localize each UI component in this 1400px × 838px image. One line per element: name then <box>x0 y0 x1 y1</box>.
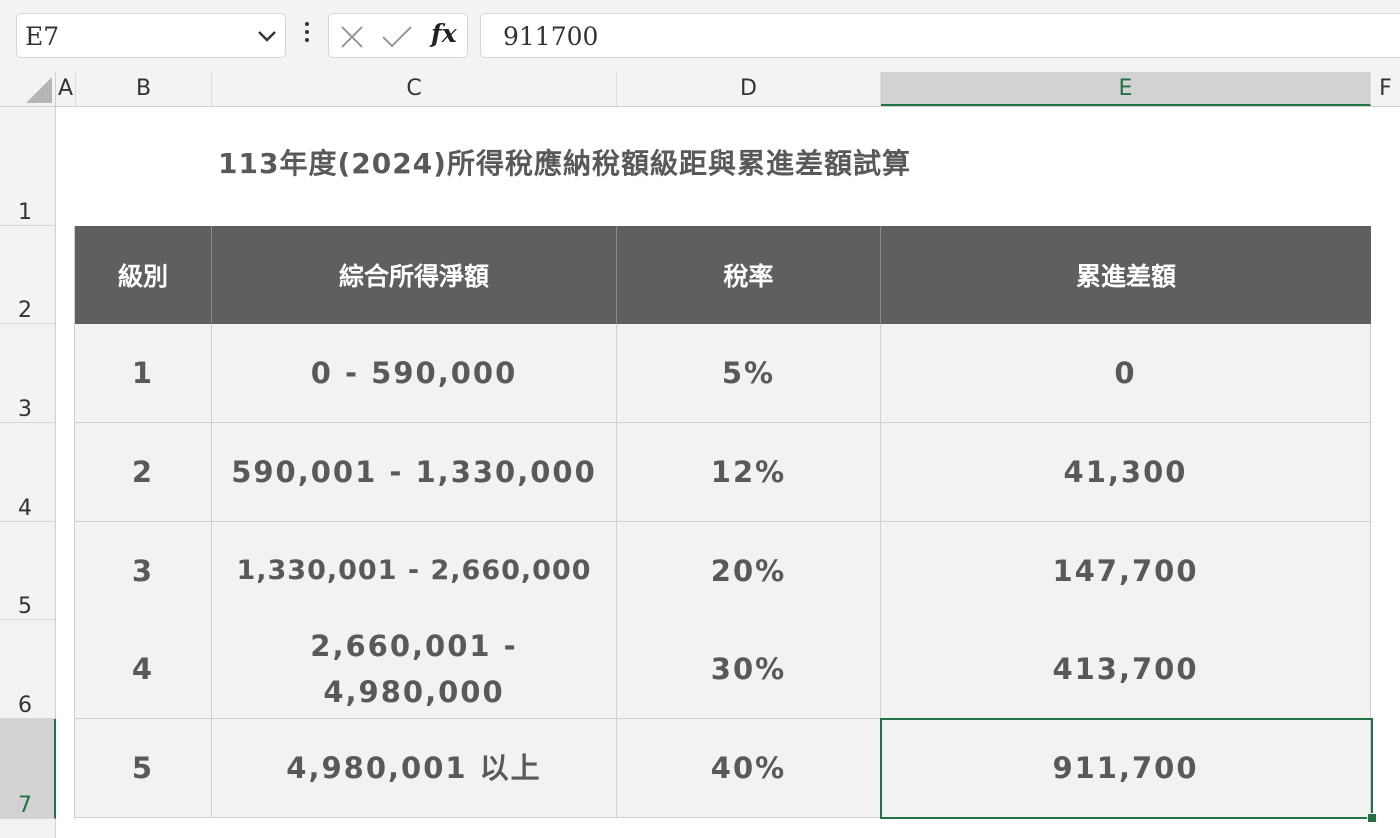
column-header-c[interactable]: C <box>212 72 617 106</box>
cell-diff[interactable]: 41,300 <box>881 423 1371 522</box>
check-icon[interactable] <box>381 24 413 50</box>
row-header-1[interactable]: 1 <box>0 107 56 226</box>
column-header-f[interactable]: F <box>1371 72 1400 106</box>
table-left-border <box>74 226 75 819</box>
row-number: 5 <box>18 594 32 619</box>
cell-income[interactable]: 2,660,001 - 4,980,000 <box>212 620 617 719</box>
row-header-3[interactable]: 3 <box>0 324 56 423</box>
header-income[interactable]: 綜合所得淨額 <box>212 226 617 324</box>
row-number: 7 <box>18 793 32 818</box>
fill-handle[interactable] <box>1367 813 1377 823</box>
row-header-5[interactable]: 5 <box>0 522 56 620</box>
header-diff[interactable]: 累進差額 <box>881 226 1371 324</box>
cell-level[interactable]: 1 <box>75 324 212 423</box>
cell-rate[interactable]: 20% <box>617 522 881 621</box>
row-number: 3 <box>18 397 32 422</box>
chevron-down-icon[interactable] <box>257 29 277 43</box>
cell-income[interactable]: 4,980,001 以上 <box>212 719 617 818</box>
select-all-corner[interactable] <box>0 72 56 107</box>
active-cell-border <box>880 718 1373 819</box>
cell-diff[interactable]: 413,700 <box>881 620 1371 719</box>
row-header-4[interactable]: 4 <box>0 423 56 522</box>
row-number: 4 <box>18 496 32 521</box>
more-options-icon[interactable] <box>300 22 314 46</box>
name-box[interactable]: E7 <box>16 13 286 58</box>
cell-level[interactable]: 5 <box>75 719 212 818</box>
cancel-icon[interactable] <box>339 24 365 50</box>
cell-diff[interactable]: 147,700 <box>881 522 1371 621</box>
cell-level[interactable]: 3 <box>75 522 212 621</box>
row-number: 6 <box>18 693 32 718</box>
cell-rate[interactable]: 12% <box>617 423 881 522</box>
column-header-a[interactable]: A <box>56 72 76 106</box>
select-all-triangle-icon <box>26 77 52 103</box>
row-header-2[interactable]: 2 <box>0 226 56 324</box>
row-header-6[interactable]: 6 <box>0 620 56 719</box>
formula-bar: E7 fx 911700 <box>0 0 1400 72</box>
sheet-title[interactable]: 113年度(2024)所得稅應納稅額級距與累進差額試算 <box>218 142 911 182</box>
column-header-b[interactable]: B <box>76 72 212 106</box>
formula-input[interactable]: 911700 <box>480 13 1400 58</box>
header-level[interactable]: 級別 <box>75 226 212 324</box>
row-number: 2 <box>18 298 32 323</box>
cell-diff[interactable]: 0 <box>881 324 1371 423</box>
column-header-e[interactable]: E <box>881 72 1371 106</box>
cell-income[interactable]: 0 - 590,000 <box>212 324 617 423</box>
cell-rate[interactable]: 40% <box>617 719 881 818</box>
formula-buttons: fx <box>328 13 468 58</box>
cell-income[interactable]: 1,330,001 - 2,660,000 <box>212 522 617 621</box>
column-header-d[interactable]: D <box>617 72 881 106</box>
name-box-value[interactable]: E7 <box>25 22 59 51</box>
cell-rate[interactable]: 5% <box>617 324 881 423</box>
cell-level[interactable]: 2 <box>75 423 212 522</box>
row-header-7[interactable]: 7 <box>0 719 56 819</box>
cell-income[interactable]: 590,001 - 1,330,000 <box>212 423 617 522</box>
formula-value[interactable]: 911700 <box>503 22 598 51</box>
insert-function-icon[interactable]: fx <box>431 19 457 48</box>
row-header-8[interactable] <box>0 819 56 838</box>
row-number: 1 <box>18 200 32 225</box>
cell-level[interactable]: 4 <box>75 620 212 719</box>
header-rate[interactable]: 稅率 <box>617 226 881 324</box>
column-header-bar: A B C D E F <box>56 72 1400 107</box>
cell-rate[interactable]: 30% <box>617 620 881 719</box>
